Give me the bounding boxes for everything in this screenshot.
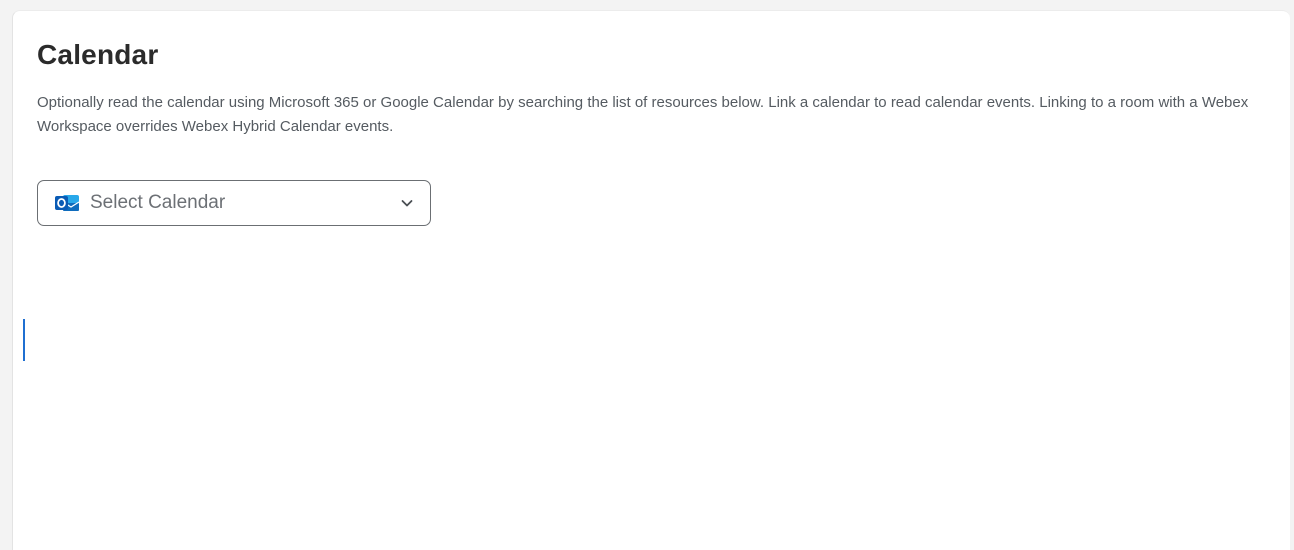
section-description: Optionally read the calendar using Micro… xyxy=(37,94,1249,135)
focus-indicator xyxy=(23,319,25,361)
outlook-icon xyxy=(54,192,80,214)
chevron-down-icon[interactable] xyxy=(400,196,414,210)
calendar-settings-panel: Calendar Optionally read the calendar us… xyxy=(12,10,1290,550)
section-title: Calendar xyxy=(37,39,159,70)
select-calendar-placeholder: Select Calendar xyxy=(90,192,226,213)
select-calendar-dropdown[interactable]: Select Calendar xyxy=(37,180,431,226)
